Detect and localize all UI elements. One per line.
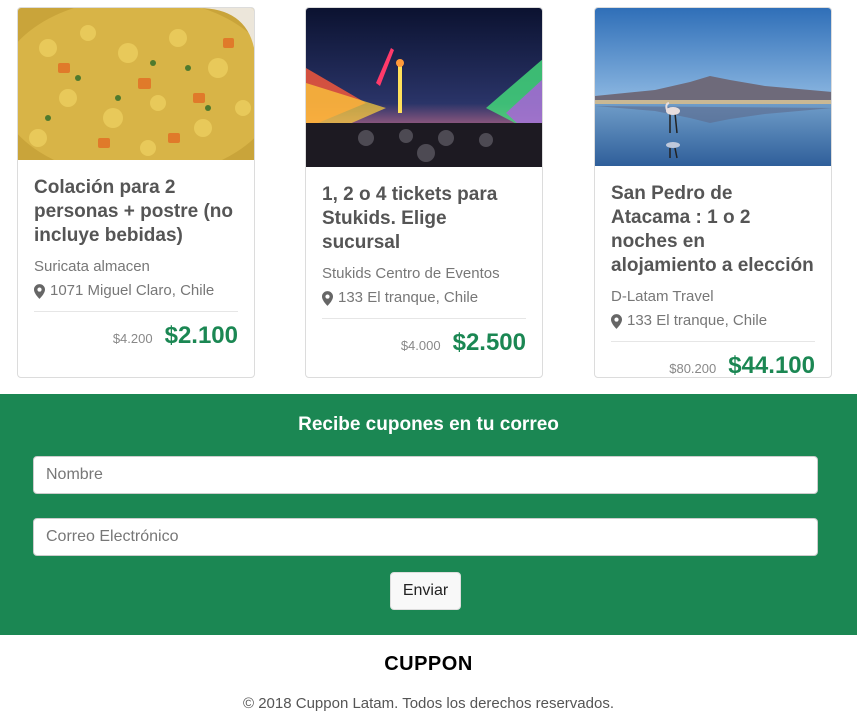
deal-location: 1071 Miguel Claro, Chile	[34, 281, 238, 301]
location-text: 133 El tranque, Chile	[338, 289, 479, 306]
deal-image-atacama[interactable]	[595, 8, 831, 166]
deal-title[interactable]: 1, 2 o 4 tickets para Stukids. Elige suc…	[322, 183, 526, 255]
price-row: $4.200 $2.100	[34, 322, 238, 350]
divider	[611, 341, 815, 342]
merchant-name: D-Latam Travel	[611, 288, 714, 305]
new-price: $44.100	[728, 352, 815, 378]
location-text: 133 El tranque, Chile	[627, 312, 768, 329]
name-input[interactable]	[33, 456, 818, 494]
footer: CUPPON © 2018 Cuppon Latam. Todos los de…	[0, 635, 857, 722]
new-price: $2.500	[452, 329, 526, 356]
deal-image-amusement-park[interactable]	[306, 8, 542, 167]
old-price: $80.200	[669, 361, 717, 376]
deal-title[interactable]: Colación para 2 personas + postre (no in…	[34, 176, 238, 248]
newsletter-section: Recibe cupones en tu correo Enviar	[0, 394, 857, 635]
pin-icon	[322, 290, 333, 306]
submit-button[interactable]: Enviar	[390, 572, 461, 610]
brand-logo[interactable]: CUPPON	[0, 653, 857, 676]
new-price: $2.100	[164, 322, 238, 349]
deal-image-food[interactable]	[18, 8, 254, 160]
price-row: $80.200 $44.100	[611, 352, 815, 378]
old-price: $4.200	[112, 331, 153, 346]
merchant-name: Stukids Centro de Eventos	[322, 265, 500, 282]
deal-card[interactable]: 1, 2 o 4 tickets para Stukids. Elige suc…	[305, 7, 543, 378]
price-row: $4.000 $2.500	[322, 329, 526, 357]
pin-icon	[611, 313, 622, 329]
deal-location: 133 El tranque, Chile	[611, 311, 815, 331]
merchant-name: Suricata almacen	[34, 258, 150, 275]
location-text: 1071 Miguel Claro, Chile	[50, 282, 215, 299]
divider	[322, 318, 526, 319]
deal-card[interactable]: San Pedro de Atacama : 1 o 2 noches en a…	[594, 7, 832, 378]
deal-title[interactable]: San Pedro de Atacama : 1 o 2 noches en a…	[611, 182, 815, 278]
newsletter-title: Recibe cupones en tu correo	[298, 414, 559, 435]
email-input[interactable]	[33, 518, 818, 556]
divider	[34, 311, 238, 312]
pin-icon	[34, 283, 45, 299]
copyright-text: © 2018 Cuppon Latam. Todos los derechos …	[242, 695, 614, 712]
deal-location: 133 El tranque, Chile	[322, 288, 526, 308]
deal-card[interactable]: Colación para 2 personas + postre (no in…	[17, 7, 255, 378]
deals-grid: Colación para 2 personas + postre (no in…	[0, 0, 857, 394]
old-price: $4.000	[400, 338, 441, 353]
